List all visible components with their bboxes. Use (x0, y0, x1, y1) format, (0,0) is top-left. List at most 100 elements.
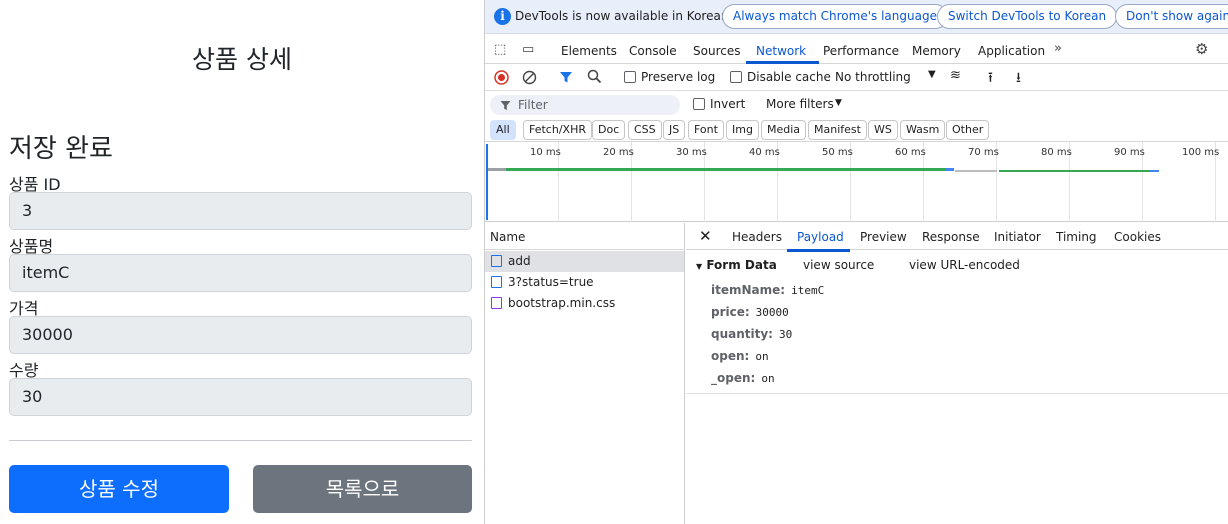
details-tab-headers[interactable]: Headers (732, 230, 782, 244)
details-tab-timing[interactable]: Timing (1056, 230, 1097, 244)
tab-console[interactable]: Console (629, 44, 677, 58)
type-filter-font[interactable]: Font (688, 120, 724, 140)
item-id-field[interactable]: 3 (9, 192, 472, 230)
type-filter-doc[interactable]: Doc (592, 120, 626, 140)
dont-show-again-button[interactable]: Don't show again (1115, 4, 1228, 29)
request-bar-add (506, 168, 946, 171)
edit-item-button[interactable]: 상품 수정 (9, 465, 229, 513)
timeline-tick-label: 20 ms (603, 147, 634, 158)
inspect-element-icon[interactable]: ⬚ (494, 42, 506, 57)
request-bar-css (1149, 170, 1159, 172)
request-name: 3?status=true (508, 275, 594, 289)
type-filter-manifest[interactable]: Manifest (808, 120, 867, 140)
type-filter-media[interactable]: Media (761, 120, 807, 140)
back-to-list-button[interactable]: 목록으로 (253, 465, 472, 513)
filter-input[interactable]: Filter (490, 95, 680, 115)
saved-message: 저장 완료 (9, 134, 113, 164)
filter-bar: Filter Invert More filters ▼ (485, 91, 1228, 118)
request-list: Name add 3?status=true bootstrap.min.css (485, 223, 685, 524)
throttling-select[interactable]: No throttling (835, 70, 911, 84)
form-key: itemName: (711, 283, 786, 297)
devtools-panel: i DevTools is now available in Korean! A… (484, 0, 1228, 524)
type-filter-img[interactable]: Img (726, 120, 759, 140)
tab-sources[interactable]: Sources (693, 44, 740, 58)
disable-cache-checkbox[interactable] (730, 71, 742, 83)
request-row-add[interactable]: add (485, 251, 684, 272)
view-url-encoded-link[interactable]: view URL-encoded (909, 258, 1020, 272)
tab-network[interactable]: Network (756, 44, 806, 58)
details-tab-initiator[interactable]: Initiator (994, 230, 1041, 244)
form-entry: _open: on (711, 371, 775, 385)
type-filter-fetch-xhr[interactable]: Fetch/XHR (523, 120, 592, 140)
details-tab-response[interactable]: Response (922, 230, 980, 244)
timeline-tick-label: 40 ms (749, 147, 780, 158)
timeline-start-marker (486, 144, 488, 220)
infobar-message: DevTools is now available in Korean! (515, 9, 734, 23)
item-name-field[interactable]: itemC (9, 254, 472, 292)
clear-icon[interactable] (522, 70, 537, 85)
import-har-icon[interactable]: ⭱ (988, 67, 993, 91)
search-icon[interactable] (587, 69, 602, 84)
request-bar-status (999, 170, 1149, 172)
form-key: open: (711, 349, 750, 363)
form-data-section-toggle[interactable]: ▼ Form Data (696, 258, 777, 272)
request-row-bootstrap-css[interactable]: bootstrap.min.css (485, 293, 684, 314)
disable-cache-label: Disable cache (747, 70, 831, 84)
device-toolbar-icon[interactable]: ▭ (522, 42, 534, 57)
match-language-button[interactable]: Always match Chrome's language (722, 4, 948, 29)
network-overview-timeline[interactable]: 10 ms 20 ms 30 ms 40 ms 50 ms 60 ms 70 m… (485, 142, 1228, 222)
record-stop-icon[interactable] (494, 70, 509, 85)
view-source-link[interactable]: view source (803, 258, 874, 272)
tab-memory[interactable]: Memory (912, 44, 961, 58)
active-detail-tab-indicator (787, 249, 850, 252)
form-entry: price: 30000 (711, 305, 789, 319)
type-filter-css[interactable]: CSS (628, 120, 662, 140)
more-tabs-icon[interactable]: » (1054, 41, 1062, 56)
document-icon (491, 255, 502, 267)
more-filters-dropdown[interactable]: More filters (766, 97, 834, 111)
tab-performance[interactable]: Performance (823, 44, 899, 58)
form-entry: quantity: 30 (711, 327, 792, 341)
stylesheet-icon (491, 297, 502, 309)
details-tab-payload[interactable]: Payload (797, 230, 844, 244)
details-tab-cookies[interactable]: Cookies (1114, 230, 1161, 244)
details-tab-preview[interactable]: Preview (860, 230, 907, 244)
type-filter-all[interactable]: All (490, 120, 516, 140)
tab-elements[interactable]: Elements (561, 44, 617, 58)
close-details-icon[interactable]: ✕ (699, 227, 712, 245)
timeline-tick-label: 60 ms (895, 147, 926, 158)
language-infobar: i DevTools is now available in Korean! A… (485, 0, 1228, 34)
preserve-log-label: Preserve log (641, 70, 716, 84)
settings-gear-icon[interactable]: ⚙ (1195, 40, 1208, 58)
type-filter-wasm[interactable]: Wasm (900, 120, 946, 140)
type-filter-ws[interactable]: WS (868, 120, 898, 140)
tab-application[interactable]: Application (978, 44, 1045, 58)
preserve-log-checkbox[interactable] (624, 71, 636, 83)
export-har-icon[interactable]: ⭳ (1016, 67, 1021, 91)
form-key: price: (711, 305, 750, 319)
more-filters-chevron-icon[interactable]: ▼ (835, 98, 842, 108)
request-row-status[interactable]: 3?status=true (485, 272, 684, 293)
throttling-chevron-down-icon[interactable]: ▼ (928, 69, 936, 80)
type-filter-js[interactable]: JS (663, 120, 686, 140)
type-filter-other[interactable]: Other (946, 120, 990, 140)
form-value: 30000 (755, 306, 789, 319)
timeline-tick-label: 70 ms (968, 147, 999, 158)
name-column-header[interactable]: Name (485, 223, 685, 250)
page-title: 상품 상세 (192, 45, 292, 74)
invert-label: Invert (710, 97, 746, 111)
invert-checkbox[interactable] (693, 98, 705, 110)
filter-funnel-icon[interactable] (559, 70, 573, 84)
form-value: 30 (778, 328, 793, 341)
network-conditions-icon[interactable]: ≋ (950, 68, 961, 83)
timeline-tick-label: 80 ms (1041, 147, 1072, 158)
form-key: _open: (711, 371, 756, 385)
price-field[interactable]: 30000 (9, 316, 472, 354)
switch-korean-button[interactable]: Switch DevTools to Korean (937, 4, 1118, 29)
form-value: on (755, 350, 769, 363)
timeline-tick-label: 100 ms (1182, 147, 1220, 158)
resource-type-filters: All Fetch/XHR Doc CSS JS Font Img Media … (485, 118, 1228, 142)
quantity-field[interactable]: 30 (9, 378, 472, 416)
request-bar-waiting (488, 168, 506, 171)
divider (9, 440, 472, 441)
